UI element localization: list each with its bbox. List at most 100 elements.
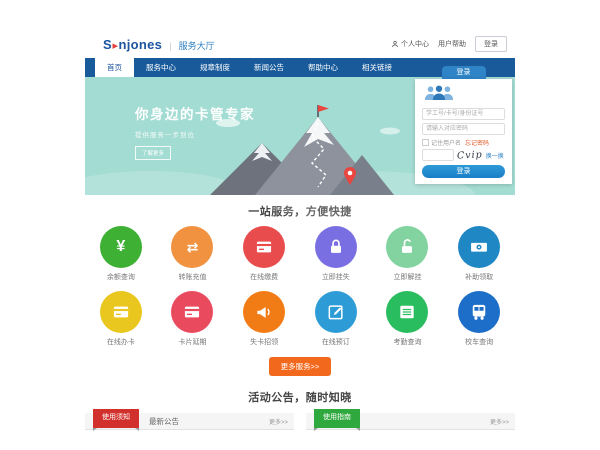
login-submit-button[interactable]: 登录 xyxy=(422,165,505,178)
service-circle[interactable] xyxy=(315,291,357,333)
edit-icon xyxy=(326,302,346,322)
service-circle[interactable] xyxy=(458,226,500,268)
service-item: 补助领取 xyxy=(443,226,515,282)
guide-panel-body xyxy=(306,430,515,439)
hero-cta-button[interactable]: 了解更多 xyxy=(135,146,171,160)
page: S ▸ njones | 服务大厅 个人中心 用户帮助 登录 首页服务中心规章制… xyxy=(85,30,515,439)
hero-subtitle: 提供服务一步到位 xyxy=(135,129,255,139)
guide-more-link[interactable]: 更多>> xyxy=(490,417,509,426)
service-item: 在线预订 xyxy=(300,291,372,347)
unlock-icon xyxy=(397,237,417,257)
ribbon-tab-usage-guide[interactable]: 使用指南 xyxy=(314,409,360,428)
personal-center-label: 个人中心 xyxy=(401,39,429,49)
list-icon xyxy=(397,302,417,322)
account-input[interactable] xyxy=(422,108,505,120)
service-circle[interactable] xyxy=(458,291,500,333)
service-label: 转账充值 xyxy=(157,272,229,282)
remember-row: 记住用户名 忘记密码 xyxy=(422,138,505,146)
notice-more-link[interactable]: 更多>> xyxy=(269,417,288,426)
service-label: 在线预订 xyxy=(300,337,372,347)
bus-icon xyxy=(469,302,489,322)
user-help-link[interactable]: 用户帮助 xyxy=(438,39,466,49)
logo-arrow-icon: ▸ xyxy=(112,39,118,52)
captcha-row: Cvip 换一换 xyxy=(422,149,505,161)
services-grid: ¥ 余额查询 ⇄ 转账充值在线缴费立即挂失立即解挂补助领取在线办卡卡片延期失卡招领在线… xyxy=(85,226,515,347)
service-circle[interactable] xyxy=(100,291,142,333)
personal-center-link[interactable]: 个人中心 xyxy=(391,39,429,49)
service-item: 在线缴费 xyxy=(228,226,300,282)
nav-item[interactable]: 服务中心 xyxy=(134,58,188,77)
card-icon xyxy=(182,302,202,322)
login-tab[interactable]: 登录 xyxy=(442,66,486,79)
service-circle[interactable] xyxy=(243,226,285,268)
service-item: 立即解挂 xyxy=(372,226,444,282)
forgot-password-link[interactable]: 忘记密码 xyxy=(465,138,489,147)
user-help-label: 用户帮助 xyxy=(438,39,466,49)
service-label: 补助领取 xyxy=(443,272,515,282)
nav-item[interactable]: 帮助中心 xyxy=(296,58,350,77)
service-circle[interactable] xyxy=(386,226,428,268)
service-item: ¥ 余额查询 xyxy=(85,226,157,282)
logo-text: njones xyxy=(119,37,163,52)
service-circle[interactable] xyxy=(243,291,285,333)
service-label: 卡片延期 xyxy=(157,337,229,347)
service-circle[interactable] xyxy=(315,226,357,268)
captcha-image: Cvip xyxy=(457,149,483,161)
service-item: 校车查询 xyxy=(443,291,515,347)
logo-text: S xyxy=(103,37,112,52)
tab-latest-announcements[interactable]: 最新公告 xyxy=(149,416,179,427)
service-item: 卡片延期 xyxy=(157,291,229,347)
transfer-icon: ⇄ xyxy=(187,240,199,254)
service-item: ⇄ 转账充值 xyxy=(157,226,229,282)
nav-item[interactable]: 规章制度 xyxy=(188,58,242,77)
login-form: 记住用户名 忘记密码 Cvip 换一换 登录 xyxy=(415,79,512,184)
service-circle[interactable] xyxy=(171,291,213,333)
header-login-button[interactable]: 登录 xyxy=(475,36,507,52)
service-item: 立即挂失 xyxy=(300,226,372,282)
service-label: 余额查询 xyxy=(85,272,157,282)
logo[interactable]: S ▸ njones | 服务大厅 xyxy=(103,37,215,52)
service-circle[interactable] xyxy=(386,291,428,333)
service-label: 考勤查询 xyxy=(372,337,444,347)
guide-panel: 使用指南 更多>> xyxy=(306,413,515,439)
service-label: 立即挂失 xyxy=(300,272,372,282)
captcha-input[interactable] xyxy=(422,149,454,161)
service-label: 在线缴费 xyxy=(228,272,300,282)
service-circle[interactable]: ¥ xyxy=(100,226,142,268)
announcements-title: 活动公告，随时知晓 xyxy=(85,389,515,405)
service-circle[interactable]: ⇄ xyxy=(171,226,213,268)
top-header: S ▸ njones | 服务大厅 个人中心 用户帮助 登录 xyxy=(85,30,515,58)
nav-item[interactable]: 首页 xyxy=(95,58,134,77)
nav-item[interactable]: 相关链接 xyxy=(350,58,404,77)
lock-icon xyxy=(326,237,346,257)
card-icon xyxy=(111,302,131,322)
remember-checkbox[interactable] xyxy=(422,139,429,146)
captcha-refresh-link[interactable]: 换一换 xyxy=(486,151,504,160)
header-links: 个人中心 用户帮助 登录 xyxy=(391,36,507,52)
banknote-icon xyxy=(469,237,489,257)
service-item: 在线办卡 xyxy=(85,291,157,347)
announcements-section: 活动公告，随时知晓 使用须知 最新公告 更多>> 使用指南 更多>> xyxy=(85,389,515,439)
notice-panel-body xyxy=(85,430,294,439)
service-label: 立即解挂 xyxy=(372,272,444,282)
hero-title: 你身边的卡管专家 xyxy=(135,103,255,123)
ribbon-tab-usage-notice[interactable]: 使用须知 xyxy=(93,409,139,428)
nav-item[interactable]: 新闻公告 xyxy=(242,58,296,77)
login-panel: 登录 记住用户名 忘记密码 xyxy=(415,66,512,184)
service-label: 校车查询 xyxy=(443,337,515,347)
card-icon xyxy=(254,237,274,257)
service-label: 在线办卡 xyxy=(85,337,157,347)
more-services-button[interactable]: 更多服务>> xyxy=(269,357,332,376)
logo-divider: | xyxy=(169,41,171,51)
service-item: 失卡招领 xyxy=(228,291,300,347)
password-input[interactable] xyxy=(422,123,505,135)
hero-banner: 你身边的卡管专家 提供服务一步到位 了解更多 登录 记 xyxy=(85,77,515,195)
service-label: 失卡招领 xyxy=(228,337,300,347)
announcement-panels: 使用须知 最新公告 更多>> 使用指南 更多>> xyxy=(85,413,515,439)
megaphone-icon xyxy=(254,302,274,322)
hero-text: 你身边的卡管专家 提供服务一步到位 了解更多 xyxy=(135,103,255,160)
notice-panel: 使用须知 最新公告 更多>> xyxy=(85,413,294,439)
person-icon xyxy=(391,40,399,48)
service-item: 考勤查询 xyxy=(372,291,444,347)
logo-subtitle: 服务大厅 xyxy=(179,39,215,52)
